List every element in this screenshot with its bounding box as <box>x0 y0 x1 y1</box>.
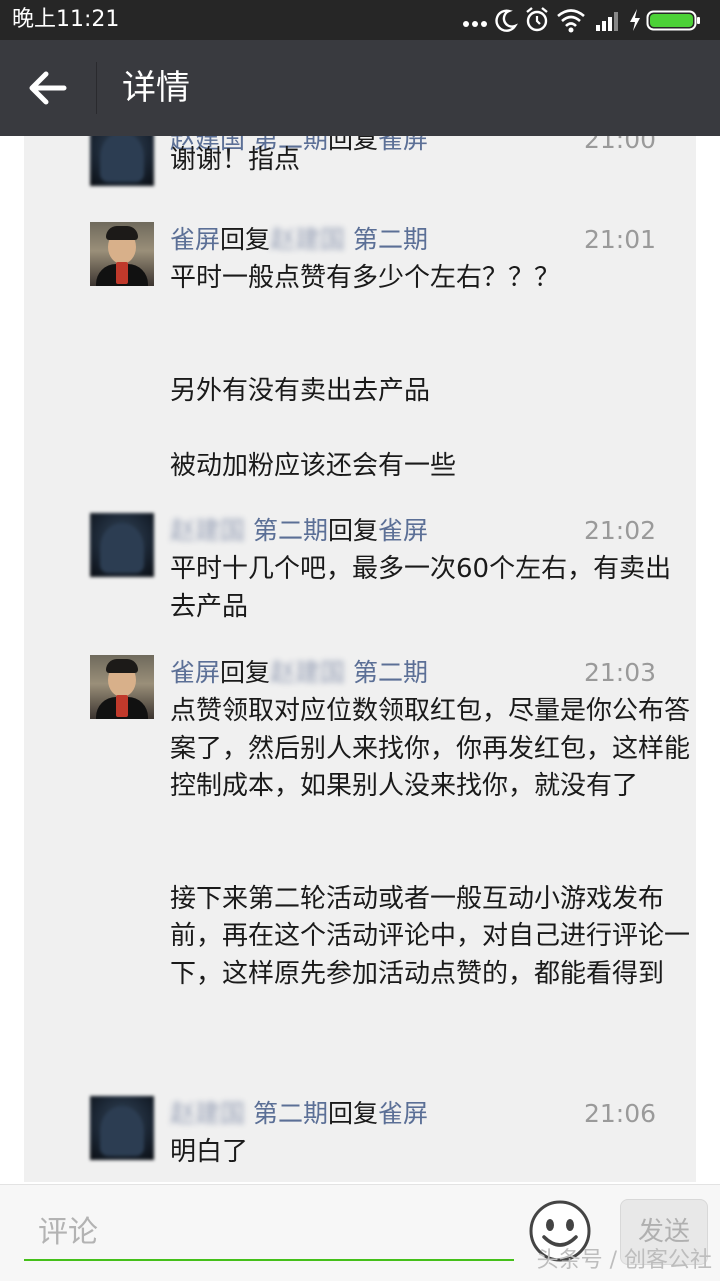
comment-text[interactable]: 平时十几个吧，最多一次60个左右，有卖出去产品 <box>170 551 690 626</box>
wifi-icon <box>557 9 585 33</box>
reply-target-suffix[interactable]: 第二期 <box>353 658 428 687</box>
comment-author-blurred[interactable]: 赵建国 <box>170 1099 245 1128</box>
avatar[interactable] <box>90 136 154 186</box>
page-title: 详情 <box>122 68 190 108</box>
signal-icon <box>596 12 618 31</box>
status-time: 晚上11:21 <box>12 7 120 32</box>
charging-icon <box>630 9 640 31</box>
reply-word: 回复 <box>327 516 378 545</box>
action-bar: 详情 <box>0 40 720 136</box>
comment-list[interactable]: 赵建国 第二期回复雀屏 21:00 谢谢！指点 雀屏回复赵建国 第二期 21:0… <box>24 136 696 1182</box>
reply-word: 回复 <box>220 225 271 254</box>
reply-word: 回复 <box>327 1099 378 1128</box>
avatar[interactable] <box>90 1096 154 1160</box>
reply-word: 回复 <box>220 658 271 687</box>
status-icons <box>460 6 710 34</box>
comment-author[interactable]: 雀屏 <box>170 658 220 687</box>
comment-text[interactable]: 平时一般点赞有多少个左右？？？ 另外有没有卖出去产品 被动加粉应该还会有一些 <box>170 260 690 485</box>
comment-time: 21:03 <box>583 658 656 687</box>
moon-icon <box>495 9 518 32</box>
comment-time: 21:06 <box>583 1099 656 1128</box>
comment-author-suffix[interactable]: 第二期 <box>253 516 328 545</box>
comment-time: 21:02 <box>583 516 656 545</box>
reply-target[interactable]: 雀屏 <box>378 1099 428 1128</box>
comment-time: 21:01 <box>583 225 656 254</box>
comment-author-blurred[interactable]: 赵建国 <box>170 516 245 545</box>
comment-text[interactable]: 点赞领取对应位数领取红包，尽量是你公布答案了，然后别人来找你，你再发红包，这样能… <box>170 693 690 993</box>
comment-text[interactable]: 明白了 <box>170 1134 690 1172</box>
battery-icon <box>646 10 700 31</box>
watermark: 头条号 / 创客公社 <box>536 1248 712 1273</box>
alarm-icon <box>526 7 548 32</box>
more-dots-icon <box>463 21 487 27</box>
comment-input[interactable] <box>24 1205 514 1261</box>
status-bar: 晚上11:21 <box>0 0 720 40</box>
avatar[interactable] <box>90 222 154 286</box>
avatar[interactable] <box>90 513 154 577</box>
arrow-left-icon <box>29 71 67 105</box>
reply-target[interactable]: 雀屏 <box>378 516 428 545</box>
comment-author-suffix[interactable]: 第二期 <box>253 1099 328 1128</box>
back-button[interactable] <box>22 62 74 114</box>
reply-target-blurred[interactable]: 赵建国 <box>270 658 345 687</box>
reply-target-suffix[interactable]: 第二期 <box>353 225 428 254</box>
comment-author[interactable]: 雀屏 <box>170 225 220 254</box>
action-bar-divider <box>96 62 97 114</box>
reply-target-blurred[interactable]: 赵建国 <box>270 225 345 254</box>
comment-text[interactable]: 谢谢！指点 <box>170 142 690 180</box>
avatar[interactable] <box>90 655 154 719</box>
